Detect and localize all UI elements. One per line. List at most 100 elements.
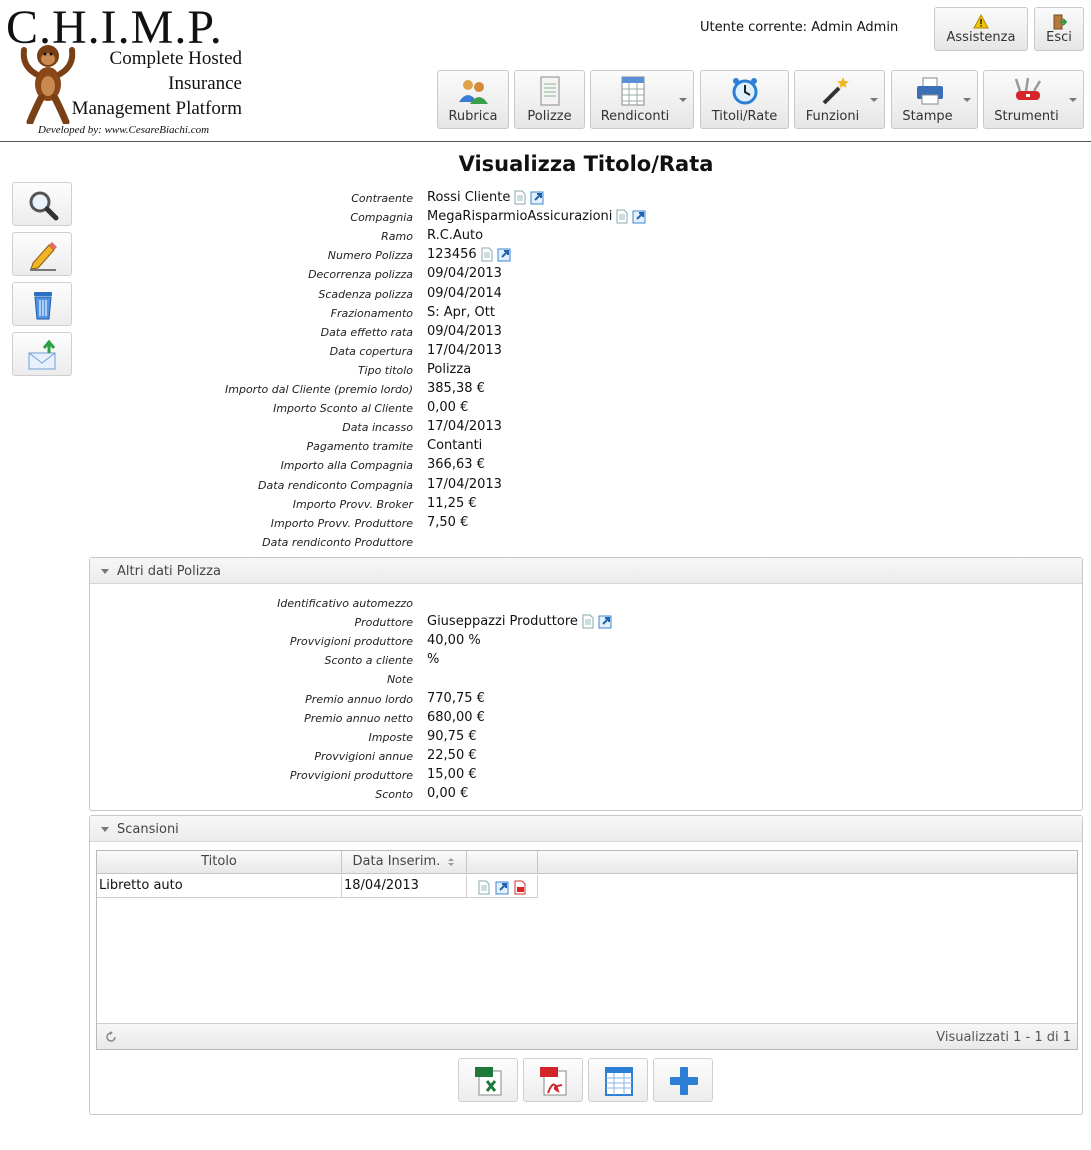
field-row: Provvigioni produttore 40,00 % (90, 633, 990, 652)
nav-rubrica-label: Rubrica (448, 109, 498, 124)
field-row: Importo dal Cliente (premio lordo) 385,38… (90, 381, 990, 400)
search-button[interactable] (12, 182, 72, 226)
field-value-text: 40,00 % (427, 633, 481, 649)
printer-icon (917, 77, 943, 105)
field-row: Imposte 90,75 € (90, 729, 990, 748)
cell-titolo: Libretto auto (97, 875, 342, 897)
field-row: Identificativo automezzo (90, 595, 990, 614)
field-value-text: 22,50 € (427, 747, 477, 763)
logo-line-3: Management Platform (71, 98, 242, 119)
nav-titoli-rate[interactable]: Titoli/Rate (700, 70, 789, 129)
field-label: Importo Sconto al Cliente (273, 402, 413, 416)
field-value-text: R.C.Auto (427, 228, 484, 244)
nav-funzioni[interactable]: Funzioni (794, 70, 885, 129)
field-value-text: S: Apr, Ott (427, 304, 495, 320)
field-label: Importo dal Cliente (premio lordo) (225, 383, 413, 396)
help-label: Assistenza (946, 30, 1016, 45)
page-title: Visualizza Titolo/Rata (458, 152, 714, 176)
field-row: Importo alla Compagnia 366,63 € (90, 457, 990, 476)
collapse-triangle-icon (101, 569, 109, 574)
export-pdf-button[interactable] (523, 1058, 583, 1102)
open-external-icon[interactable] (530, 190, 544, 205)
nav-polizze-label: Polizze (527, 109, 572, 124)
columns-icon (605, 1067, 633, 1096)
address-book-icon (459, 80, 488, 104)
columns-button[interactable] (588, 1058, 648, 1102)
field-value: 366,63 € (427, 457, 485, 472)
view-details-icon[interactable] (581, 614, 595, 629)
logo-line-1: Complete Hosted (109, 48, 242, 69)
field-value-text: 7,50 € (427, 514, 469, 530)
field-value: 123456 (427, 247, 511, 262)
field-value: 680,00 € (427, 710, 485, 725)
open-external-icon[interactable] (497, 247, 511, 262)
pdf-icon[interactable] (513, 880, 527, 895)
collapse-triangle-icon (101, 827, 109, 832)
current-user: Utente corrente: Admin Admin (700, 20, 899, 35)
field-row: Produttore Giuseppazzi Produttore (90, 614, 990, 633)
field-value: % (427, 652, 439, 667)
chimp-logo: C.H.I.M.P. Complete Hosted Insurance Man… (4, 2, 254, 142)
field-row: Scadenza polizza 09/04/2014 (90, 286, 990, 305)
monkey-logo-icon (20, 45, 76, 124)
help-button[interactable]: Assistenza (934, 7, 1028, 51)
nav-polizze[interactable]: Polizze (514, 70, 585, 129)
field-value-text: 0,00 € (427, 786, 469, 801)
open-external-icon[interactable] (632, 209, 646, 224)
view-document-icon[interactable] (477, 880, 491, 895)
nav-rubrica[interactable]: Rubrica (437, 70, 509, 129)
field-label: Ramo (381, 230, 413, 244)
altri-dati-header[interactable]: Altri dati Polizza (90, 558, 1082, 584)
nav-strumenti[interactable]: Strumenti (983, 70, 1084, 129)
nav-rendiconti[interactable]: Rendiconti (590, 70, 694, 129)
refresh-icon[interactable] (105, 1031, 117, 1043)
field-row: Importo Provv. Produttore 7,50 € (90, 515, 990, 534)
column-titolo[interactable]: Titolo (97, 851, 342, 874)
field-row: Note (90, 671, 990, 690)
edit-button[interactable] (12, 232, 72, 276)
swiss-knife-icon (1014, 77, 1042, 100)
nav-stampe[interactable]: Stampe (891, 70, 978, 129)
field-row: Premio annuo lordo 770,75 € (90, 691, 990, 710)
field-label: Premio annuo netto (304, 711, 413, 725)
field-value: 09/04/2013 (427, 324, 502, 339)
field-value: 90,75 € (427, 729, 477, 744)
field-row: Premio annuo netto 680,00 € (90, 710, 990, 729)
excel-export-icon (475, 1067, 502, 1096)
chevron-down-icon (963, 98, 971, 102)
send-email-button[interactable] (12, 332, 72, 376)
scansioni-panel: Scansioni Titolo Data Inserim. Libretto … (89, 815, 1083, 1115)
table-row[interactable]: Libretto auto 18/04/2013 (97, 875, 538, 898)
field-value: Contanti (427, 438, 482, 453)
open-external-icon[interactable] (495, 880, 509, 895)
field-value-text: Giuseppazzi Produttore (427, 614, 578, 630)
nav-strumenti-label: Strumenti (994, 109, 1059, 124)
logout-button[interactable]: Esci (1034, 7, 1084, 51)
view-details-icon[interactable] (615, 209, 629, 224)
scansioni-header[interactable]: Scansioni (90, 816, 1082, 842)
exit-door-icon (1053, 14, 1067, 30)
open-external-icon[interactable] (598, 614, 612, 629)
field-value: Giuseppazzi Produttore (427, 614, 612, 629)
field-label: Frazionamento (330, 306, 413, 320)
nav-titoli-rate-label: Titoli/Rate (711, 109, 778, 124)
field-value-text: 17/04/2013 (427, 476, 502, 492)
field-value: 17/04/2013 (427, 343, 502, 358)
field-row: Provvigioni produttore 15,00 € (90, 767, 990, 786)
field-label: Data incasso (342, 421, 413, 435)
field-label: Importo Provv. Produttore (270, 516, 413, 530)
field-label: Contraente (351, 192, 413, 205)
field-value: 17/04/2013 (427, 419, 502, 434)
field-value-text: Rossi Cliente (427, 190, 511, 205)
field-label: Data rendiconto Compagnia (258, 478, 413, 492)
add-scan-button[interactable] (653, 1058, 713, 1102)
field-row: Data copertura 17/04/2013 (90, 343, 990, 362)
view-details-icon[interactable] (513, 190, 527, 205)
view-details-icon[interactable] (480, 247, 494, 262)
field-label: Sconto (375, 788, 413, 801)
delete-button[interactable] (12, 282, 72, 326)
field-value: 15,00 € (427, 767, 477, 782)
field-value: 22,50 € (427, 748, 477, 763)
column-data-inserim[interactable]: Data Inserim. (342, 851, 467, 874)
export-excel-button[interactable] (458, 1058, 518, 1102)
